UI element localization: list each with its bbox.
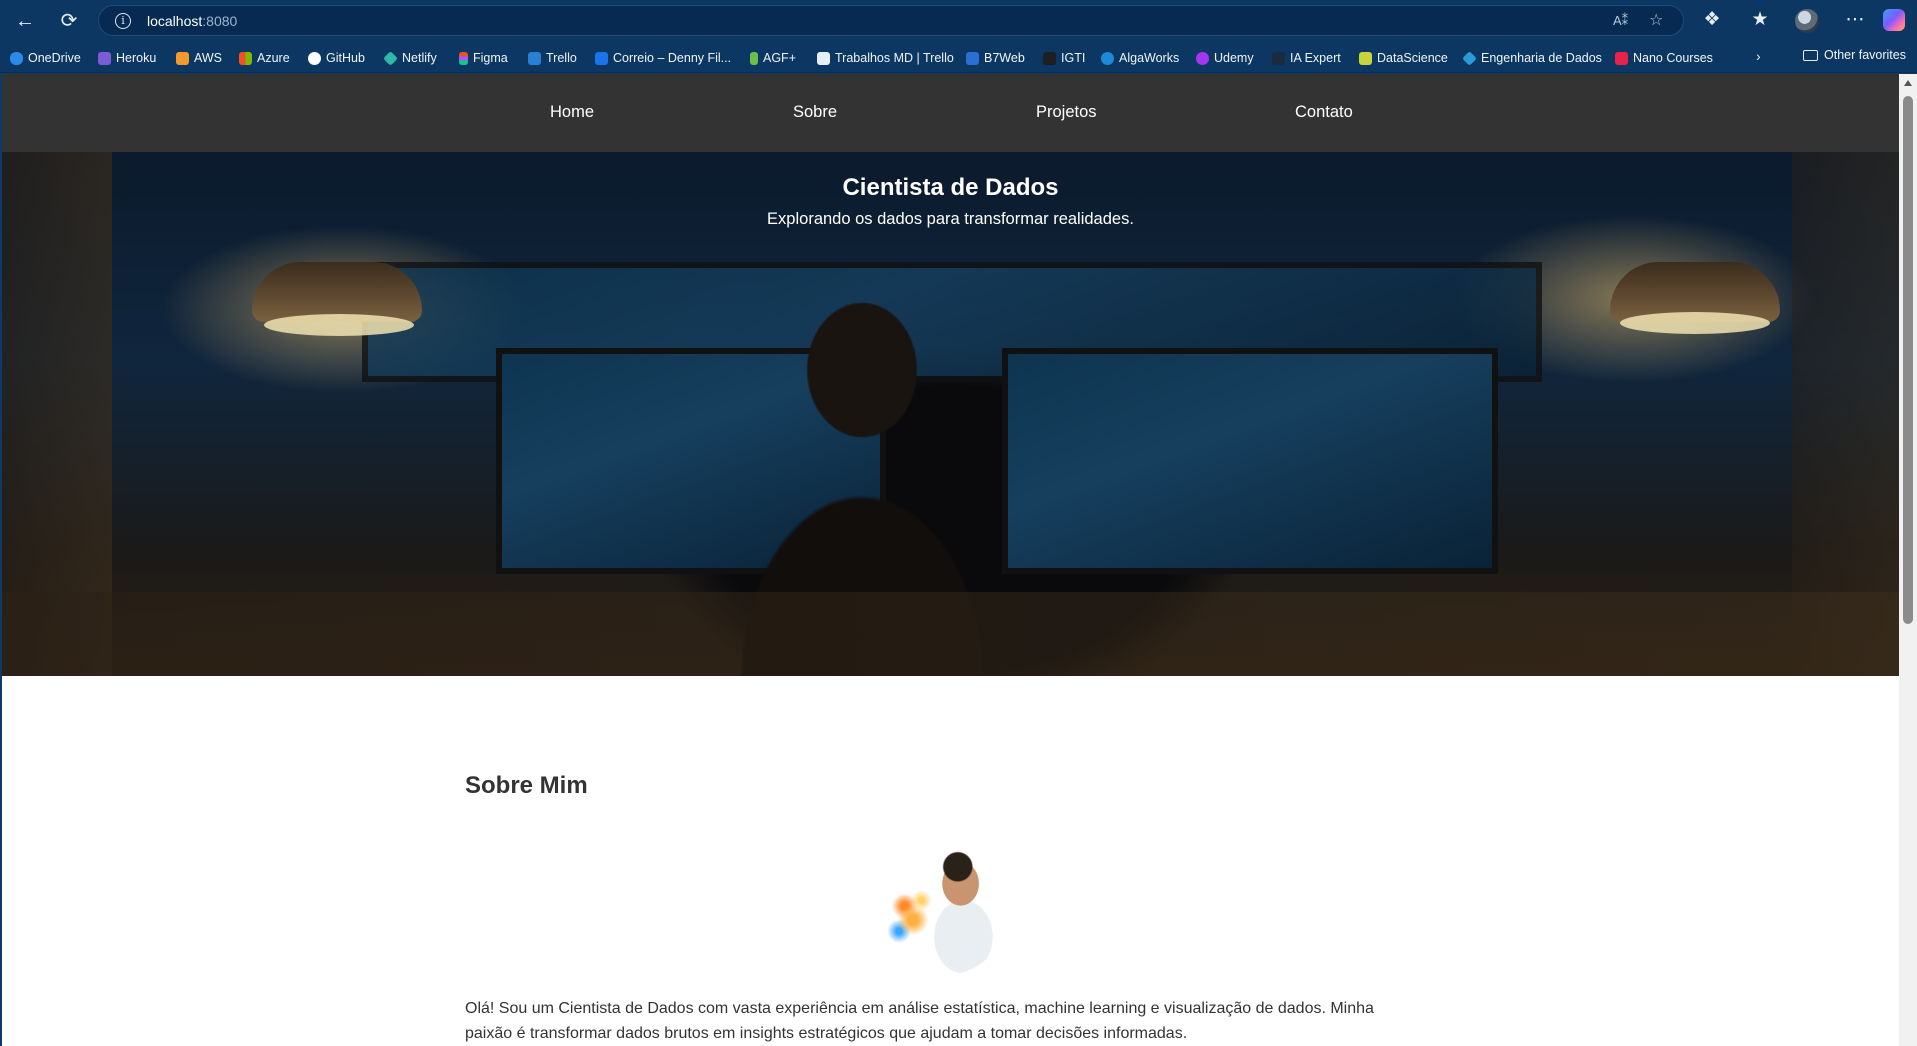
bookmark-aws[interactable]: AWS [176,48,222,68]
bookmarks-bar: OneDrive Heroku AWS Azure GitHub Netlify… [0,42,1917,73]
url-host: localhost [147,13,203,29]
bookmark-heroku[interactable]: Heroku [98,48,156,68]
site-navigation: Home Sobre Projetos Contato [2,74,1899,152]
browser-toolbar: ← ⟳ i localhost:8080 A⁑ ☆ ❖ ★ ⋯ [0,0,1917,42]
bookmark-label: AGF+ [763,51,796,65]
igti-icon [1043,51,1056,65]
scrollbar-thumb[interactable] [1903,96,1913,624]
bookmark-label: Heroku [116,51,157,65]
figma-icon [459,51,468,65]
bookmark-igti[interactable]: IGTI [1043,48,1085,68]
page-scrollbar[interactable] [1899,74,1917,1046]
bookmark-trabalhos-md[interactable]: Trabalhos MD | Trello [817,48,954,68]
more-menu-icon[interactable]: ⋯ [1843,9,1867,31]
star-favorite-icon[interactable]: ☆ [1649,10,1663,30]
engenharia-icon [1462,50,1477,66]
azure-icon [239,51,252,65]
bookmark-label: AWS [194,51,223,65]
bookmark-label: DataScience [1377,51,1448,65]
bookmark-netlify[interactable]: Netlify [383,48,437,68]
nav-sobre-link[interactable]: Sobre [793,103,837,122]
bookmark-label: Udemy [1214,51,1254,65]
bookmark-label: GitHub [326,51,365,65]
site-info-icon[interactable]: i [115,13,131,29]
bookmark-label: IGTI [1061,51,1086,65]
bookmark-label: OneDrive [28,51,81,65]
page-viewport: Home Sobre Projetos Contato Cientista de… [2,74,1899,1046]
bookmark-b7web[interactable]: B7Web [966,48,1025,68]
other-favorites-label: Other favorites [1824,48,1906,62]
bookmark-engenharia-de-dados[interactable]: Engenharia de Dados [1462,48,1602,68]
scroll-up-arrow-icon[interactable] [1904,80,1912,86]
aws-icon [176,51,189,65]
datascience-icon [1359,51,1372,65]
bookmark-label: AlgaWorks [1119,51,1180,65]
hero-title: Cientista de Dados [842,174,1059,201]
bookmark-label: Trello [546,51,577,65]
extensions-icon[interactable]: ❖ [1700,9,1724,31]
bookmark-nano-courses[interactable]: Nano Courses [1615,48,1713,68]
bookmark-label: Netlify [402,51,437,65]
hero-text: Cientista de Dados Explorando os dados p… [2,174,1899,229]
algaworks-icon [1101,51,1114,65]
bookmark-azure[interactable]: Azure [239,48,290,68]
folder-icon [1803,49,1818,61]
netlify-icon [383,50,398,66]
address-bar[interactable]: i localhost:8080 A⁑ ☆ [98,5,1684,36]
trello-icon [528,51,541,65]
bookmark-label: Azure [257,51,290,65]
back-arrow-icon[interactable]: ← [12,8,38,34]
other-favorites[interactable]: Other favorites [1803,48,1906,62]
profile-photo [871,836,1011,976]
bookmark-datascience[interactable]: DataScience [1359,48,1448,68]
bookmark-label: B7Web [984,51,1025,65]
lamp-left [252,262,422,322]
hero-banner: Cientista de Dados Explorando os dados p… [2,152,1899,676]
bookmark-label: Figma [473,51,508,65]
bookmark-algaworks[interactable]: AlgaWorks [1101,48,1179,68]
about-text: Olá! Sou um Cientista de Dados com vasta… [465,1000,1374,1042]
b7web-icon [966,51,979,65]
bookmark-label: Engenharia de Dados [1481,51,1602,65]
bookmark-figma[interactable]: Figma [459,48,508,68]
agf-icon [750,51,758,65]
github-icon [308,51,321,65]
heroku-icon [98,51,111,65]
nano-courses-icon [1615,51,1628,65]
desk [2,592,1899,676]
udemy-icon [1196,51,1209,65]
lamp-right-glow [1620,312,1770,334]
url-port: :8080 [202,13,238,29]
lamp-left-glow [264,314,414,336]
monitor-right [1002,348,1498,574]
bookmark-label: Trabalhos MD | Trello [835,51,954,65]
nav-projetos-link[interactable]: Projetos [1036,103,1097,122]
bookmark-label: Correio – Denny Fil... [613,51,732,65]
bookmark-trello[interactable]: Trello [528,48,577,68]
bookmark-agf[interactable]: AGF+ [750,48,796,68]
address-url[interactable]: localhost:8080 [147,13,237,29]
outlook-icon [595,51,608,65]
bookmark-correio[interactable]: Correio – Denny Fil... [595,48,731,68]
bookmark-github[interactable]: GitHub [308,48,365,68]
about-section: Sobre Mim Olá! Sou um Cientista de Dados… [465,772,1385,1042]
read-aloud-icon[interactable]: A⁑ [1613,13,1628,29]
chevron-right-icon[interactable]: › [1756,48,1761,64]
bookmark-label: Nano Courses [1633,51,1713,65]
bookmark-label: IA Expert [1290,51,1341,65]
nav-home-link[interactable]: Home [550,103,594,122]
bookmark-udemy[interactable]: Udemy [1196,48,1254,68]
hero-subtitle: Explorando os dados para transformar rea… [767,210,1134,228]
copilot-icon[interactable] [1883,9,1905,31]
refresh-icon[interactable]: ⟳ [56,8,82,34]
profile-avatar[interactable] [1795,9,1819,33]
about-title: Sobre Mim [465,772,588,799]
trello-icon [817,51,830,65]
nav-contato-link[interactable]: Contato [1295,103,1353,122]
onedrive-icon [10,51,23,65]
ia-expert-icon [1272,51,1285,65]
bookmark-ia-expert[interactable]: IA Expert [1272,48,1341,68]
favorites-icon[interactable]: ★ [1748,9,1772,31]
bookmark-onedrive[interactable]: OneDrive [10,48,81,68]
